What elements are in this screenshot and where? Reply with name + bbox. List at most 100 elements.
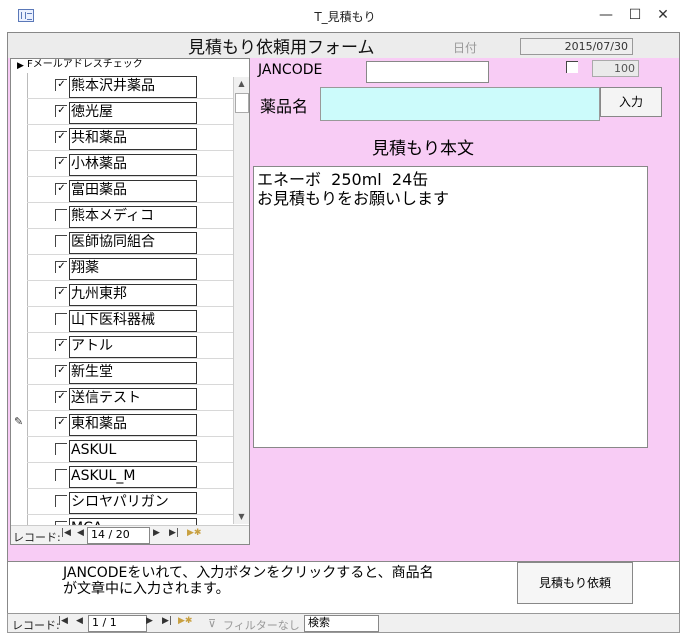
supplier-name-field[interactable]: アトル: [69, 336, 197, 358]
record-selector[interactable]: ✎: [11, 411, 28, 436]
supplier-name-field[interactable]: 翔薬: [69, 258, 197, 280]
record-selector[interactable]: [11, 229, 28, 254]
email-check-checkbox[interactable]: ✓: [55, 287, 67, 299]
filter-icon[interactable]: ⊽: [208, 617, 216, 630]
record-selector[interactable]: [11, 151, 28, 176]
supplier-row[interactable]: ✓ 送信テスト: [11, 385, 249, 411]
record-selector[interactable]: [11, 489, 28, 514]
form-next-record-icon[interactable]: ▶: [146, 616, 153, 626]
email-check-checkbox[interactable]: ✓: [55, 105, 67, 117]
minimize-button[interactable]: —: [591, 4, 621, 26]
supplier-row[interactable]: ✓ 翔薬: [11, 255, 249, 281]
supplier-row[interactable]: ✓ 徳光屋: [11, 99, 249, 125]
supplier-row[interactable]: 熊本メディコ: [11, 203, 249, 229]
supplier-name-field[interactable]: 熊本メディコ: [69, 206, 197, 228]
email-check-checkbox[interactable]: [55, 313, 67, 325]
form-last-record-icon[interactable]: ▶|: [162, 616, 172, 626]
supplier-name-field[interactable]: 九州東邦: [69, 284, 197, 306]
scroll-down-arrow-icon[interactable]: ▼: [234, 510, 249, 524]
supplier-row[interactable]: ✓ 共和薬品: [11, 125, 249, 151]
supplier-name-field[interactable]: 徳光屋: [69, 102, 197, 124]
supplier-name-field[interactable]: 東和薬品: [69, 414, 197, 436]
supplier-name-field[interactable]: 熊本沢井薬品: [69, 76, 197, 98]
email-check-checkbox[interactable]: ✓: [55, 261, 67, 273]
first-record-icon[interactable]: |◀: [61, 528, 71, 538]
date-field[interactable]: 2015/07/30: [520, 38, 633, 55]
record-selector[interactable]: [11, 73, 28, 98]
next-record-icon[interactable]: ▶: [153, 528, 160, 538]
last-record-icon[interactable]: ▶|: [169, 528, 179, 538]
email-check-checkbox[interactable]: ✓: [55, 131, 67, 143]
email-check-checkbox[interactable]: [55, 235, 67, 247]
supplier-row[interactable]: ✓ 新生堂: [11, 359, 249, 385]
email-check-checkbox[interactable]: ✓: [55, 365, 67, 377]
supplier-row[interactable]: ✓ アトル: [11, 333, 249, 359]
scroll-thumb[interactable]: [235, 93, 249, 113]
supplier-row[interactable]: ✓ 九州東邦: [11, 281, 249, 307]
app-form-icon[interactable]: [18, 9, 34, 22]
request-estimate-button[interactable]: 見積もり依頼: [517, 562, 633, 604]
supplier-name-field[interactable]: 共和薬品: [69, 128, 197, 150]
record-selector[interactable]: [11, 203, 28, 228]
supplier-row[interactable]: 山下医科器械: [11, 307, 249, 333]
new-record-icon[interactable]: ▶✱: [187, 528, 201, 538]
previous-record-icon[interactable]: ◀: [77, 528, 84, 538]
form-record-position[interactable]: 1 / 1: [88, 615, 147, 632]
subform-scrollbar[interactable]: ▲ ▼: [233, 77, 249, 524]
supplier-name-field[interactable]: 新生堂: [69, 362, 197, 384]
email-check-checkbox[interactable]: ✓: [55, 391, 67, 403]
record-selector[interactable]: [11, 307, 28, 332]
drug-name-input[interactable]: [320, 87, 600, 121]
record-selector[interactable]: [11, 333, 28, 358]
record-selector[interactable]: [11, 99, 28, 124]
email-check-checkbox[interactable]: ✓: [55, 157, 67, 169]
record-selector[interactable]: [11, 177, 28, 202]
email-check-checkbox[interactable]: [55, 443, 67, 455]
supplier-name-field[interactable]: 小林薬品: [69, 154, 197, 176]
record-selector[interactable]: [11, 385, 28, 410]
subform-record-position[interactable]: 14 / 20: [87, 527, 150, 544]
supplier-name-field[interactable]: 医師協同組合: [69, 232, 197, 254]
record-selector[interactable]: [11, 463, 28, 488]
record-selector[interactable]: [11, 125, 28, 150]
supplier-row[interactable]: ✓ 富田薬品: [11, 177, 249, 203]
supplier-name-field[interactable]: 山下医科器械: [69, 310, 197, 332]
filter-status[interactable]: フィルターなし: [223, 617, 300, 633]
email-check-checkbox[interactable]: [55, 209, 67, 221]
search-box[interactable]: 検索: [304, 615, 379, 632]
input-button[interactable]: 入力: [600, 87, 662, 117]
supplier-row[interactable]: ✓ 熊本沢井薬品: [11, 73, 249, 99]
supplier-name-field[interactable]: シロヤパリガン: [69, 492, 197, 514]
email-check-checkbox[interactable]: ✓: [55, 417, 67, 429]
quantity-field[interactable]: 100: [592, 60, 639, 77]
supplier-name-field[interactable]: 送信テスト: [69, 388, 197, 410]
supplier-name-field[interactable]: ASKUL: [69, 440, 197, 462]
close-button[interactable]: ✕: [648, 4, 678, 26]
supplier-name-field[interactable]: ASKUL_M: [69, 466, 197, 488]
record-selector[interactable]: [11, 255, 28, 280]
record-selector-arrow-icon: ▶: [17, 61, 24, 71]
record-selector[interactable]: [11, 281, 28, 306]
email-check-checkbox[interactable]: ✓: [55, 79, 67, 91]
form-first-record-icon[interactable]: |◀: [58, 616, 68, 626]
form-new-record-icon[interactable]: ▶✱: [178, 616, 192, 626]
scroll-up-arrow-icon[interactable]: ▲: [234, 77, 249, 91]
supplier-row[interactable]: 医師協同組合: [11, 229, 249, 255]
email-check-checkbox[interactable]: [55, 469, 67, 481]
supplier-row[interactable]: ASKUL_M: [11, 463, 249, 489]
supplier-row[interactable]: ✓ 小林薬品: [11, 151, 249, 177]
email-check-checkbox[interactable]: [55, 495, 67, 507]
form-previous-record-icon[interactable]: ◀: [76, 616, 83, 626]
email-check-checkbox[interactable]: ✓: [55, 183, 67, 195]
estimate-body-textarea[interactable]: エネーボ 250ml 24缶 お見積もりをお願いします: [253, 166, 648, 448]
supplier-row[interactable]: ASKUL: [11, 437, 249, 463]
supplier-row[interactable]: ✎ ✓ 東和薬品: [11, 411, 249, 437]
record-selector[interactable]: [11, 359, 28, 384]
record-selector[interactable]: [11, 437, 28, 462]
supplier-name-field[interactable]: 富田薬品: [69, 180, 197, 202]
option-checkbox[interactable]: [566, 61, 578, 73]
email-check-checkbox[interactable]: ✓: [55, 339, 67, 351]
jancode-input[interactable]: [366, 61, 489, 83]
maximize-button[interactable]: ☐: [620, 4, 650, 26]
supplier-row[interactable]: シロヤパリガン: [11, 489, 249, 515]
